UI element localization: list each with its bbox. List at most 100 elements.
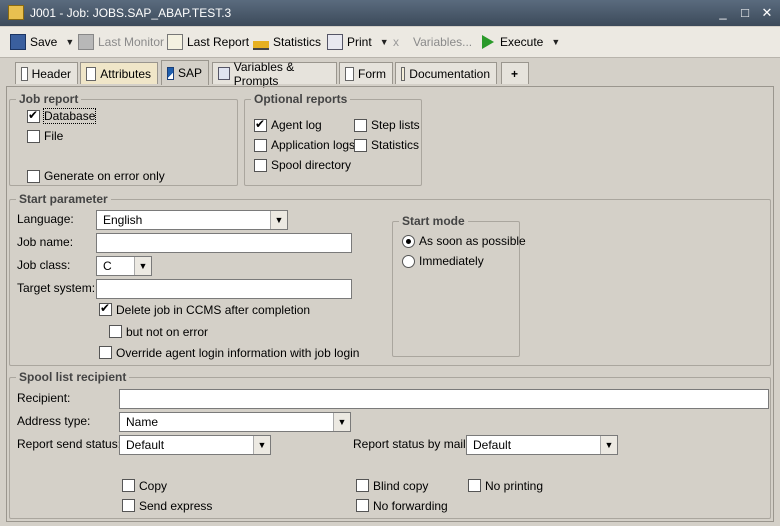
add-tab-button[interactable]: + xyxy=(501,62,529,84)
job-class-label: Job class: xyxy=(17,258,71,272)
statistics-button[interactable]: Statistics xyxy=(253,33,321,51)
file-label: File xyxy=(44,129,64,143)
no-forwarding-checkbox[interactable] xyxy=(356,499,369,512)
chevron-down-icon[interactable]: ▼ xyxy=(551,37,560,47)
report-status-mail-select[interactable]: Default ▼ xyxy=(466,435,618,455)
tab-documentation[interactable]: Documentation xyxy=(395,62,497,84)
application-logs-checkbox[interactable] xyxy=(254,139,267,152)
printer-icon xyxy=(327,34,343,50)
spool-recipient-group: Spool list recipient Recipient: Address … xyxy=(9,370,771,519)
database-checkbox[interactable] xyxy=(27,108,40,123)
last-report-label: Last Report xyxy=(187,35,250,49)
optional-reports-group: Optional reports Agent log Application l… xyxy=(244,92,422,186)
tab-label: Form xyxy=(358,66,386,81)
variables-label: Variables... xyxy=(413,35,473,49)
report-send-status-label: Report send status: xyxy=(17,437,122,451)
chevron-down-icon: ▼ xyxy=(600,436,617,454)
job-class-value: C xyxy=(103,259,112,273)
job-class-select[interactable]: C ▼ xyxy=(96,256,152,276)
generate-on-error-checkbox[interactable] xyxy=(27,170,40,183)
save-label: Save xyxy=(30,35,58,49)
tab-label: Attributes xyxy=(100,66,151,81)
statistics-checkbox[interactable] xyxy=(354,139,367,152)
last-report-button[interactable]: Last Report xyxy=(167,33,249,51)
print-button[interactable]: Print ▼ xyxy=(327,33,389,51)
override-login-label: Override agent login information with jo… xyxy=(116,346,360,360)
agent-log-checkbox[interactable] xyxy=(254,117,267,132)
report-send-status-value: Default xyxy=(126,438,165,452)
close-icon[interactable]: ✕ xyxy=(758,4,776,21)
report-status-mail-label: Report status by mail: xyxy=(353,437,470,451)
address-type-select[interactable]: Name ▼ xyxy=(119,412,351,432)
immediately-radio[interactable] xyxy=(402,255,415,268)
tab-form[interactable]: Form xyxy=(339,62,393,84)
immediately-label: Immediately xyxy=(419,254,484,268)
delete-job-checkbox[interactable] xyxy=(99,301,112,316)
form-icon xyxy=(345,66,354,81)
execute-button[interactable]: Execute ▼ xyxy=(480,33,560,51)
monitor-icon xyxy=(78,34,94,50)
copy-label: Copy xyxy=(139,479,168,493)
start-parameter-title: Start parameter xyxy=(16,192,111,206)
optional-reports-title: Optional reports xyxy=(251,92,351,106)
spool-directory-label: Spool directory xyxy=(271,158,352,172)
language-value: English xyxy=(103,213,143,227)
file-checkbox[interactable] xyxy=(27,130,40,143)
maximize-icon[interactable]: □ xyxy=(736,4,754,21)
tab-variables-prompts[interactable]: Variables & Prompts xyxy=(212,60,337,88)
address-type-label: Address type: xyxy=(17,414,91,428)
print-label: Print xyxy=(347,35,372,49)
no-printing-label: No printing xyxy=(485,479,544,493)
tab-label: Header xyxy=(31,66,71,81)
toolbar: Save ▼ Last Monitor Last Report Statisti… xyxy=(0,27,780,58)
report-status-mail-value: Default xyxy=(473,438,512,452)
asap-label: As soon as possible xyxy=(419,234,526,248)
database-label: Database xyxy=(42,108,97,124)
blind-copy-checkbox[interactable] xyxy=(356,479,369,492)
last-monitor-button[interactable]: Last Monitor xyxy=(78,33,164,51)
step-lists-checkbox[interactable] xyxy=(354,119,367,132)
bar-chart-icon xyxy=(253,34,269,50)
but-not-on-error-label: but not on error xyxy=(126,325,209,339)
asap-radio[interactable] xyxy=(402,235,415,248)
variables-button[interactable]: x Variables... xyxy=(393,33,472,51)
delete-job-label: Delete job in CCMS after completion xyxy=(116,303,311,317)
report-icon xyxy=(167,34,183,50)
chevron-down-icon[interactable]: ▼ xyxy=(65,37,74,47)
report-send-status-select[interactable]: Default ▼ xyxy=(119,435,271,455)
send-express-checkbox[interactable] xyxy=(122,499,135,512)
job-name-input[interactable] xyxy=(96,233,352,253)
attributes-icon xyxy=(86,66,97,81)
chevron-down-icon: ▼ xyxy=(253,436,270,454)
minimize-icon[interactable]: _ xyxy=(714,4,732,21)
tab-sap[interactable]: SAP xyxy=(161,60,209,85)
statistics-label: Statistics xyxy=(273,35,322,49)
application-logs-label: Application logs xyxy=(271,138,356,152)
spool-directory-checkbox[interactable] xyxy=(254,159,267,172)
tab-label: Variables & Prompts xyxy=(233,59,295,88)
tab-header[interactable]: Header xyxy=(15,62,78,84)
but-not-on-error-checkbox[interactable] xyxy=(109,325,122,338)
copy-checkbox[interactable] xyxy=(122,479,135,492)
chevron-down-icon[interactable]: ▼ xyxy=(380,37,389,47)
document-icon xyxy=(21,66,28,81)
statistics-label: Statistics xyxy=(371,138,420,152)
language-select[interactable]: English ▼ xyxy=(96,210,288,230)
target-system-input[interactable] xyxy=(96,279,352,299)
step-lists-label: Step lists xyxy=(371,118,420,132)
floppy-disk-icon xyxy=(10,34,26,50)
play-icon xyxy=(482,35,494,49)
last-monitor-label: Last Monitor xyxy=(98,35,165,49)
language-label: Language: xyxy=(17,212,74,226)
start-mode-group: Start mode As soon as possible Immediate… xyxy=(392,214,526,357)
tab-label: SAP xyxy=(177,66,202,80)
tab-attributes[interactable]: Attributes xyxy=(80,62,158,84)
save-button[interactable]: Save ▼ xyxy=(10,33,74,51)
chevron-down-icon: ▼ xyxy=(134,257,151,275)
recipient-input[interactable] xyxy=(119,389,769,409)
job-report-group: Job report Database File Generate on err… xyxy=(9,92,238,186)
no-printing-checkbox[interactable] xyxy=(468,479,481,492)
title-bar: J001 - Job: JOBS.SAP_ABAP.TEST.3 _ □ ✕ xyxy=(0,0,780,26)
blind-copy-label: Blind copy xyxy=(373,479,429,493)
override-login-checkbox[interactable] xyxy=(99,346,112,359)
